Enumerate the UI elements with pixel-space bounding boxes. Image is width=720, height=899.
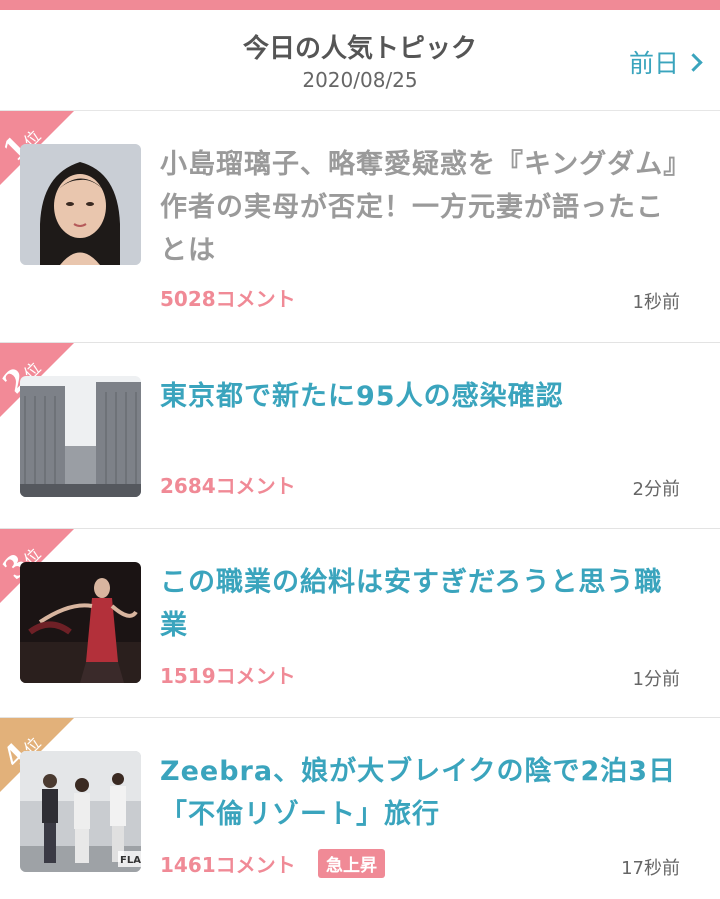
top-accent-bar [0, 0, 720, 10]
page-header: 今日の人気トピック 2020/08/25 前日 [0, 10, 720, 111]
topic-item-2[interactable]: 2位 東京都で新たに95人の感染確認 2684コメント 2分前 [0, 343, 720, 529]
previous-day-link[interactable]: 前日 [628, 44, 703, 80]
comment-count: 5028コメント [160, 287, 296, 311]
time-ago: 1秒前 [632, 292, 680, 313]
comment-count: 1519コメント [160, 664, 296, 688]
chevron-right-icon [684, 52, 703, 72]
topic-headline[interactable]: Zeebra、娘が大ブレイクの陰で2泊3日「不倫リゾート」旅行 [160, 750, 690, 836]
topic-headline[interactable]: 東京都で新たに95人の感染確認 [160, 375, 690, 418]
topic-item-1[interactable]: 1位 小島瑠璃子、略奪愛疑惑を『キングダム』作者の実母が否定！一方元妻が語ったこ… [0, 111, 720, 343]
topic-item-3[interactable]: 3位 この職業の給料は安すぎだろうと思う職業 1519コメント 1分前 [0, 529, 720, 718]
thumbnail-watermark: FLA [120, 855, 141, 866]
comment-count: 2684コメント [160, 474, 296, 498]
topic-thumbnail: FLA [20, 751, 141, 872]
topic-item-4[interactable]: 4位 FLA Zeebra、娘が大ブレイクの陰で2泊3日「不倫リゾート」旅行 1… [0, 718, 720, 899]
page-title: 今日の人気トピック [242, 34, 477, 64]
topic-thumbnail [20, 376, 141, 497]
topic-thumbnail [20, 562, 141, 683]
previous-day-label: 前日 [628, 49, 679, 78]
time-ago: 1分前 [632, 669, 680, 690]
trending-badge: 急上昇 [318, 849, 385, 878]
topic-thumbnail [20, 144, 141, 265]
topic-headline[interactable]: この職業の給料は安すぎだろうと思う職業 [160, 561, 690, 647]
time-ago: 2分前 [632, 479, 680, 500]
comment-count: 1461コメント [160, 853, 296, 877]
page-date: 2020/08/25 [302, 68, 418, 92]
topic-headline[interactable]: 小島瑠璃子、略奪愛疑惑を『キングダム』作者の実母が否定！一方元妻が語ったことは [160, 143, 690, 272]
time-ago: 17秒前 [621, 858, 680, 879]
